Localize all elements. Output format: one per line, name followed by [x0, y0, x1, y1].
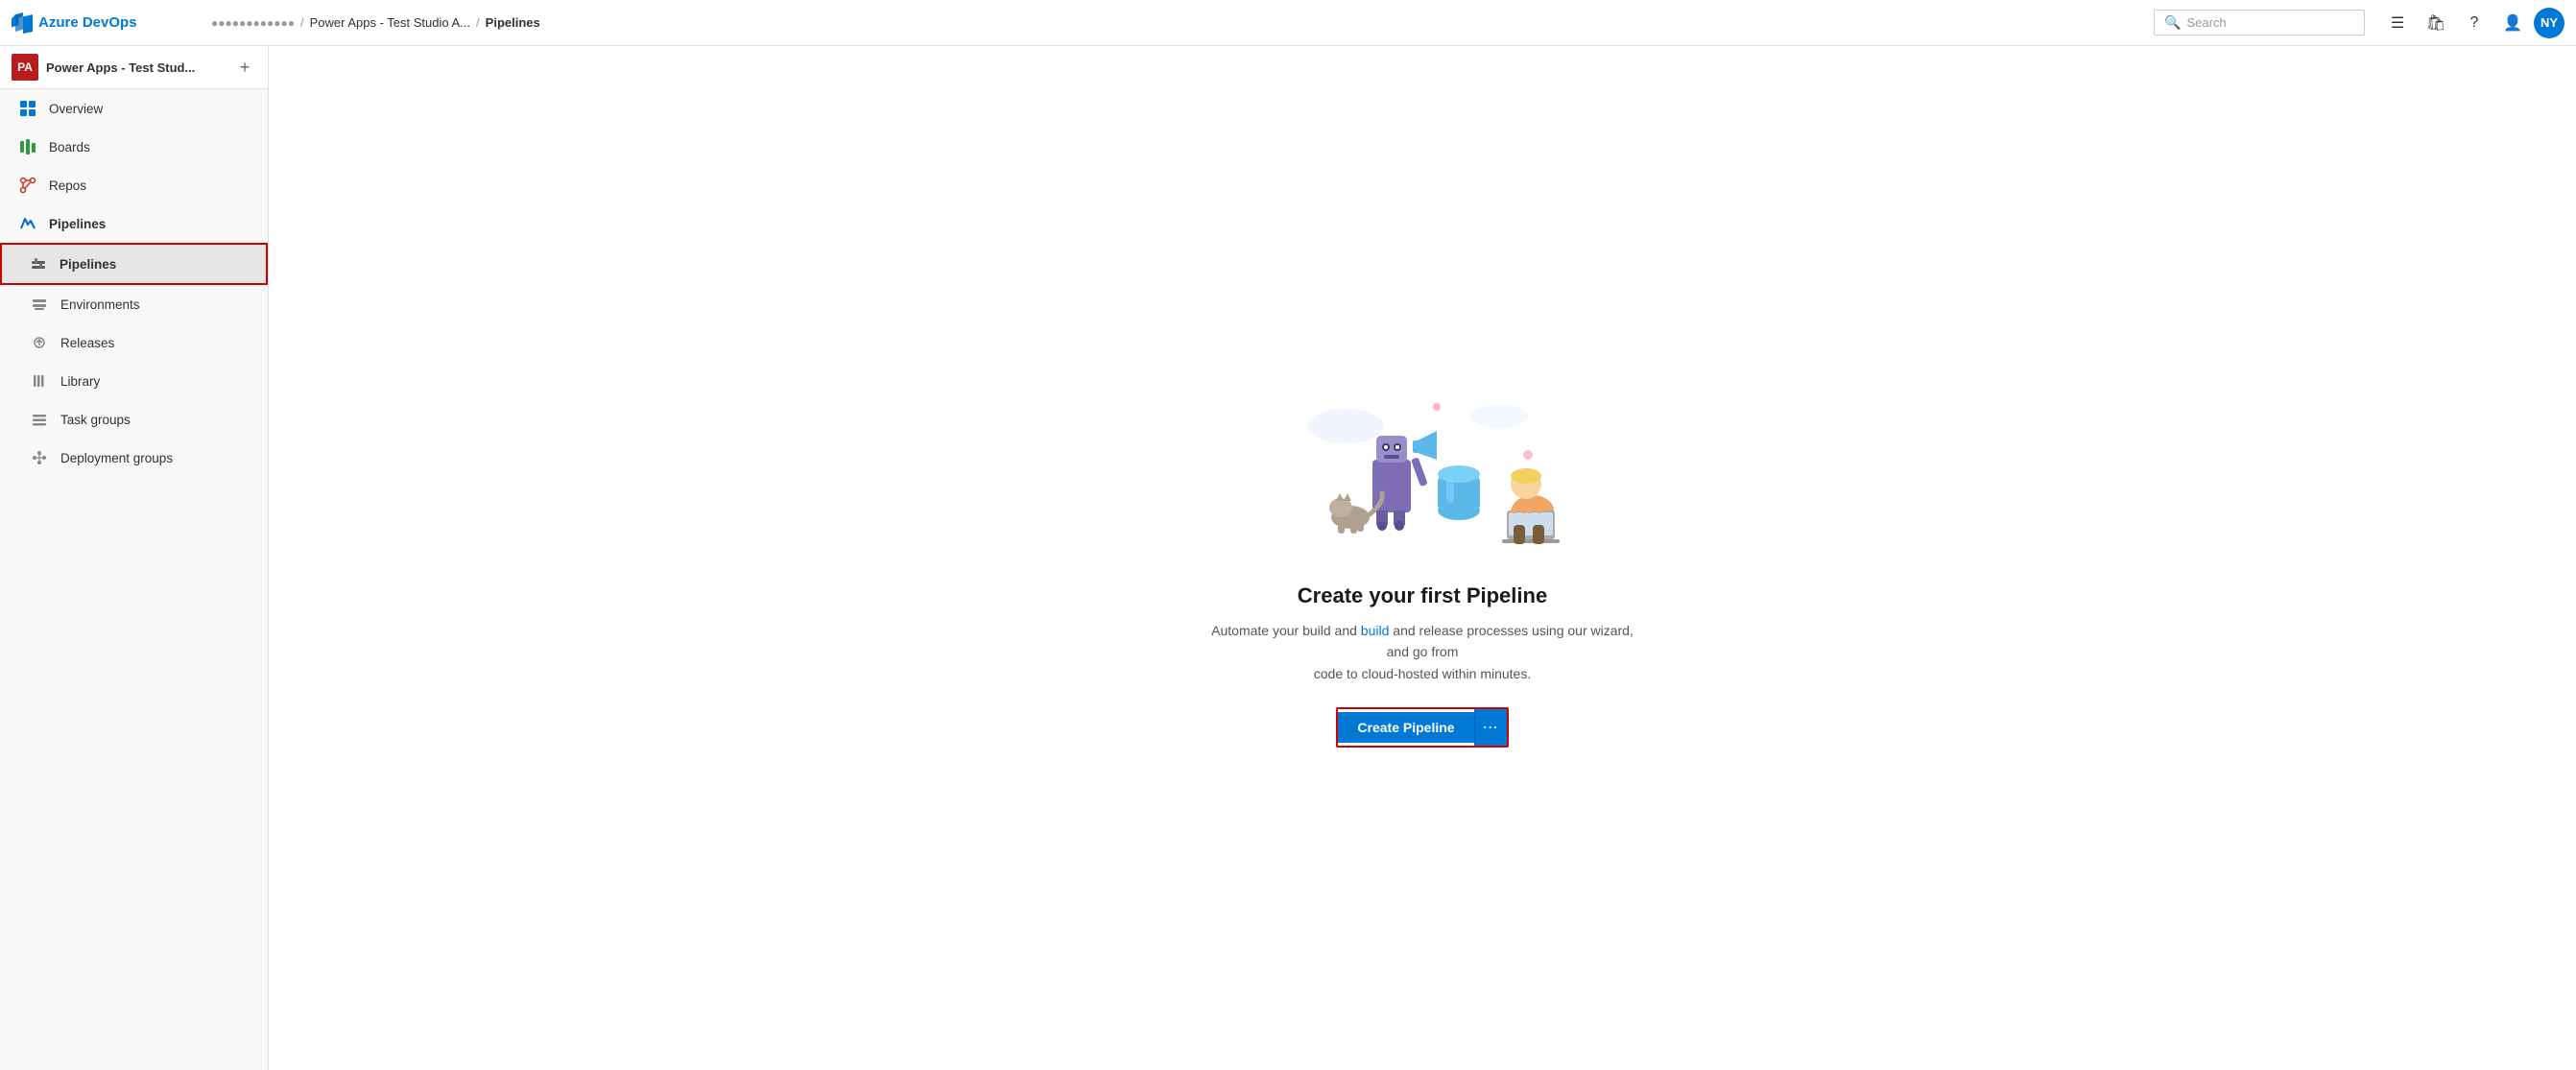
notifications-button[interactable]: ☰	[2380, 6, 2415, 40]
breadcrumb-org: ●●●●●●●●●●●●	[211, 16, 295, 30]
breadcrumb: ●●●●●●●●●●●● / Power Apps - Test Studio …	[211, 15, 2146, 30]
sidebar-item-repos-label: Repos	[49, 178, 86, 193]
sidebar-item-repos[interactable]: Repos	[0, 166, 268, 204]
empty-state-title: Create your first Pipeline	[1202, 583, 1643, 608]
sidebar-item-environments[interactable]: Environments	[0, 285, 268, 323]
brand-title: Azure DevOps	[38, 14, 137, 31]
create-pipeline-button[interactable]: Create Pipeline	[1338, 712, 1473, 743]
sidebar-item-releases[interactable]: Releases	[0, 323, 268, 362]
empty-state: Create your first Pipeline Automate your…	[1182, 349, 1662, 767]
search-icon: 🔍	[2164, 14, 2181, 31]
pipelines-parent-icon	[18, 214, 37, 233]
list-icon: ☰	[2391, 13, 2404, 33]
help-icon: ?	[2470, 14, 2479, 32]
sidebar-item-environments-label: Environments	[60, 297, 140, 312]
user-icon: 👤	[2503, 13, 2522, 33]
empty-state-actions: Create Pipeline ⋯	[1202, 707, 1643, 748]
topbar: Azure DevOps ●●●●●●●●●●●● / Power Apps -…	[0, 0, 2576, 46]
project-icon: PA	[12, 54, 38, 81]
sidebar-item-boards-label: Boards	[49, 140, 90, 155]
content-area: Create your first Pipeline Automate your…	[269, 46, 2576, 1070]
breadcrumb-sep2: /	[476, 15, 480, 30]
azure-devops-logo-icon	[12, 12, 33, 34]
sidebar-item-deployment-groups-label: Deployment groups	[60, 451, 173, 465]
sidebar-item-library-label: Library	[60, 374, 100, 389]
topbar-actions: ☰ 🛍 ? 👤 NY	[2380, 6, 2564, 40]
search-label: Search	[2186, 15, 2226, 30]
sidebar-item-task-groups-label: Task groups	[60, 413, 131, 427]
help-button[interactable]: ?	[2457, 6, 2492, 40]
add-project-button[interactable]: +	[233, 56, 256, 79]
empty-state-description: Automate your build and build and releas…	[1202, 620, 1643, 684]
pipelines-sub-icon	[29, 254, 48, 273]
search-box[interactable]: 🔍 Search	[2154, 10, 2365, 36]
sidebar-item-pipelines-parent-label: Pipelines	[49, 217, 106, 231]
shopping-bag-button[interactable]: 🛍	[2419, 6, 2453, 40]
bag-icon: 🛍	[2426, 13, 2445, 33]
repos-icon	[18, 176, 37, 195]
sidebar-item-pipelines-label: Pipelines	[60, 257, 116, 272]
breadcrumb-project[interactable]: Power Apps - Test Studio A...	[310, 15, 470, 30]
sidebar-item-task-groups[interactable]: Task groups	[0, 400, 268, 439]
breadcrumb-sep1: /	[300, 15, 304, 30]
environments-icon	[30, 295, 49, 314]
build-link[interactable]: build	[1361, 623, 1390, 638]
library-icon	[30, 371, 49, 391]
overview-icon	[18, 99, 37, 118]
plus-icon: +	[240, 58, 250, 78]
sidebar: PA Power Apps - Test Stud... + Overview	[0, 46, 269, 1070]
task-groups-icon	[30, 410, 49, 429]
sidebar-item-releases-label: Releases	[60, 336, 114, 350]
releases-icon	[30, 333, 49, 352]
sidebar-item-library[interactable]: Library	[0, 362, 268, 400]
avatar-initials: NY	[2540, 15, 2558, 30]
sidebar-header: PA Power Apps - Test Stud... +	[0, 46, 268, 89]
sidebar-item-boards[interactable]: Boards	[0, 128, 268, 166]
main-layout: PA Power Apps - Test Stud... + Overview	[0, 46, 2576, 1070]
brand[interactable]: Azure DevOps	[12, 12, 203, 34]
more-options-button[interactable]: ⋯	[1474, 709, 1507, 746]
sidebar-item-overview-label: Overview	[49, 102, 103, 116]
sidebar-item-overview[interactable]: Overview	[0, 89, 268, 128]
breadcrumb-page: Pipelines	[486, 15, 540, 30]
avatar-button[interactable]: NY	[2534, 8, 2564, 38]
project-name[interactable]: Power Apps - Test Stud...	[46, 60, 226, 75]
user-settings-button[interactable]: 👤	[2495, 6, 2530, 40]
sidebar-item-pipelines-parent[interactable]: Pipelines	[0, 204, 268, 243]
sidebar-item-pipelines[interactable]: Pipelines	[0, 243, 268, 285]
boards-icon	[18, 137, 37, 156]
sidebar-item-deployment-groups[interactable]: Deployment groups	[0, 439, 268, 477]
pipeline-illustration	[1269, 369, 1576, 560]
deployment-groups-icon	[30, 448, 49, 467]
